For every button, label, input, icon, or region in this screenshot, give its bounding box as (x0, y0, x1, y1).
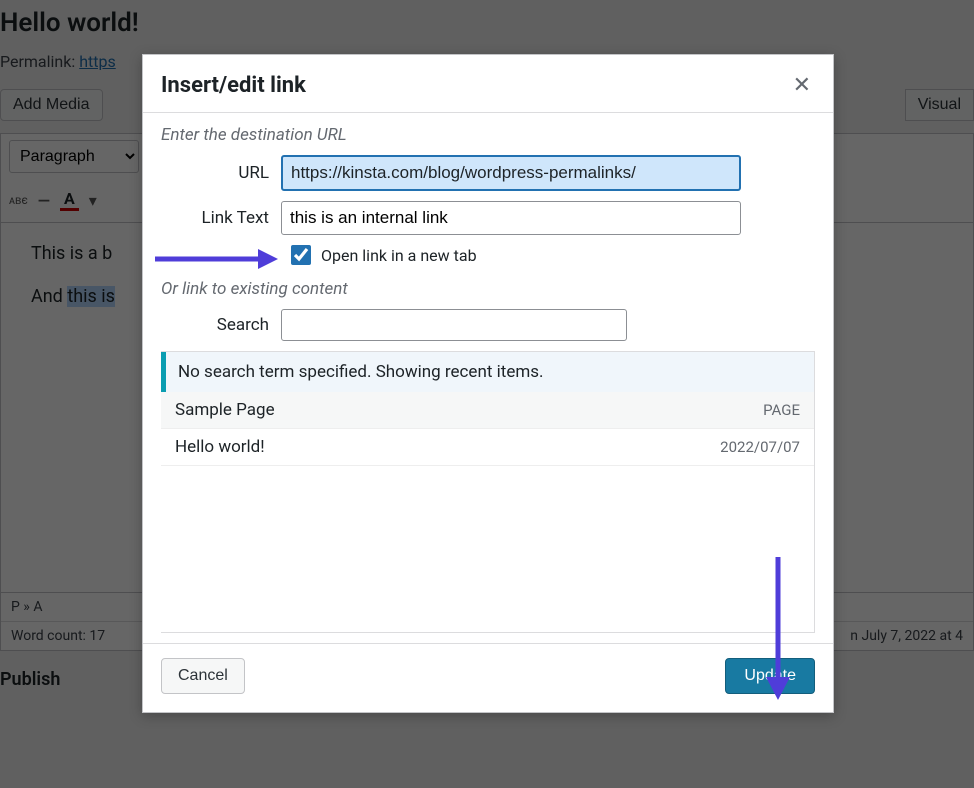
results-panel: No search term specified. Showing recent… (161, 351, 815, 633)
url-input[interactable] (281, 155, 741, 191)
result-meta: 2022/07/07 (720, 438, 800, 456)
result-item[interactable]: Sample Page PAGE (161, 392, 814, 429)
search-input[interactable] (281, 309, 627, 341)
search-label: Search (161, 315, 281, 335)
modal-title: Insert/edit link (161, 73, 306, 98)
close-icon[interactable]: ✕ (789, 69, 815, 102)
hint-existing: Or link to existing content (161, 279, 815, 299)
open-new-tab-label: Open link in a new tab (321, 246, 477, 265)
insert-link-modal: Insert/edit link ✕ Enter the destination… (142, 54, 834, 713)
cancel-button[interactable]: Cancel (161, 658, 245, 694)
result-meta: PAGE (763, 401, 800, 419)
open-new-tab-checkbox[interactable] (291, 245, 311, 265)
result-title: Hello world! (175, 437, 265, 457)
link-text-input[interactable] (281, 201, 741, 235)
result-title: Sample Page (175, 400, 275, 420)
update-button[interactable]: Update (725, 658, 815, 694)
hint-destination: Enter the destination URL (161, 125, 815, 145)
result-item[interactable]: Hello world! 2022/07/07 (161, 429, 814, 466)
url-label: URL (161, 163, 281, 183)
results-message: No search term specified. Showing recent… (161, 352, 814, 392)
link-text-label: Link Text (161, 208, 281, 228)
